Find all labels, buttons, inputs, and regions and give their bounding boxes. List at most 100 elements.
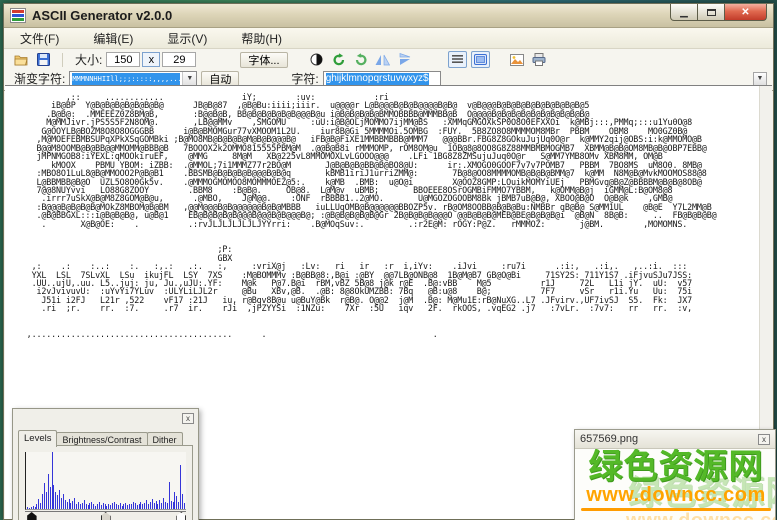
menu-bar: 文件(F) 编辑(E) 显示(V) 帮助(H) — [4, 28, 773, 49]
preview-title-bar[interactable]: 657569.png x — [575, 430, 775, 449]
close-icon: ✕ — [741, 7, 749, 18]
text-lines-icon — [452, 54, 463, 65]
histogram-bar — [184, 503, 185, 509]
preview-window: 657569.png x 绿色资源网 www.downcc.com 绿色资源网 … — [574, 429, 776, 520]
histogram-bar — [133, 502, 134, 509]
chevron-down-icon[interactable]: ▼ — [182, 72, 196, 86]
picture-button[interactable] — [509, 52, 525, 67]
chars-value[interactable]: ghijklmnopqrstuvwxyz$ — [326, 73, 429, 85]
histogram-bar — [67, 502, 68, 509]
preview-title: 657569.png — [580, 433, 638, 445]
height-input[interactable] — [162, 52, 196, 67]
histogram-bar — [72, 501, 73, 509]
histogram-bar — [163, 498, 164, 509]
histogram-bar — [103, 503, 104, 509]
preview-close-button[interactable]: x — [758, 434, 770, 445]
histogram-bar — [78, 502, 79, 509]
histogram-bar — [84, 500, 85, 509]
histogram-bar — [157, 504, 158, 509]
levels-close-button[interactable]: x — [182, 413, 194, 424]
histogram-bar — [178, 502, 179, 509]
watermark-url-text: www.downcc.com — [579, 485, 773, 505]
flip-vertical-button[interactable] — [397, 52, 413, 67]
menu-edit[interactable]: 编辑(E) — [89, 28, 137, 49]
slider-handle-white[interactable] — [176, 512, 186, 520]
maximize-button[interactable] — [698, 4, 725, 21]
flip-horizontal-icon — [375, 54, 390, 66]
app-window: ASCII Generator v2.0.0 ▁ ✕ 文件(F) 编辑(E) 显… — [3, 3, 774, 520]
save-button[interactable] — [35, 52, 51, 67]
histogram-bar — [180, 465, 181, 509]
watermark-cn-text: 绿色资源网 — [579, 449, 773, 485]
size-times-label: x — [142, 52, 160, 67]
histogram-bar — [169, 482, 170, 509]
open-file-button[interactable] — [13, 52, 29, 67]
flip-vertical-icon — [398, 53, 411, 66]
picture-icon — [510, 54, 524, 66]
title-bar[interactable]: ASCII Generator v2.0.0 ▁ ✕ — [4, 4, 773, 28]
rotate-right-icon — [354, 53, 368, 66]
ascii-art-text: ,:: ............ iY; :uv: :ri iB@BP Y@B@… — [12, 93, 716, 338]
histogram-bar — [53, 485, 54, 509]
image-view-toggle[interactable] — [471, 51, 490, 68]
tab-levels[interactable]: Levels — [18, 430, 57, 447]
slider-handle-black[interactable] — [27, 512, 37, 520]
histogram-bar — [142, 504, 143, 509]
histogram-bar — [27, 507, 28, 509]
menu-help[interactable]: 帮助(H) — [237, 28, 286, 49]
histogram-bar — [29, 508, 30, 509]
levels-slider — [25, 511, 186, 520]
histogram-bar — [137, 505, 138, 509]
font-button[interactable]: 字体... — [240, 52, 287, 68]
menu-view[interactable]: 显示(V) — [163, 28, 211, 49]
histogram-bar — [65, 500, 66, 509]
histogram-bar — [106, 506, 107, 509]
invert-button[interactable] — [309, 52, 325, 67]
width-input[interactable] — [106, 52, 140, 67]
histogram-bar — [118, 505, 119, 509]
text-view-toggle[interactable] — [448, 51, 467, 68]
histogram-bar — [82, 503, 83, 509]
window-title: ASCII Generator v2.0.0 — [32, 8, 172, 23]
histogram-bar — [95, 506, 96, 509]
histogram-bar — [112, 503, 113, 509]
histogram-bar — [55, 492, 56, 509]
chevron-down-icon[interactable]: ▼ — [753, 72, 767, 86]
histogram-bar — [52, 452, 53, 509]
histogram-bar — [31, 507, 32, 509]
print-button[interactable] — [531, 52, 547, 67]
histogram-bars — [27, 452, 185, 509]
menu-file[interactable]: 文件(F) — [16, 28, 63, 49]
monitor-icon — [474, 54, 487, 65]
histogram-bar — [120, 503, 121, 509]
maximize-icon — [707, 9, 716, 16]
histogram-bar — [156, 501, 157, 509]
levels-panel-body — [18, 445, 193, 520]
histogram-bar — [171, 501, 172, 509]
histogram-bar — [86, 504, 87, 509]
histogram-bar — [182, 494, 183, 509]
rotate-right-button[interactable] — [353, 52, 369, 67]
histogram-bar — [63, 494, 64, 509]
histogram-bar — [165, 502, 166, 509]
histogram-bar — [70, 503, 71, 509]
slider-track — [25, 511, 186, 512]
rotate-left-button[interactable] — [331, 52, 347, 67]
histogram-bar — [173, 502, 174, 509]
histogram-bar — [144, 503, 145, 509]
toolbar-separator — [62, 53, 63, 67]
minimize-button[interactable]: ▁ — [670, 4, 698, 21]
histogram-bar — [105, 504, 106, 509]
histogram-bar — [152, 499, 153, 509]
histogram-bar — [123, 504, 124, 509]
flip-horizontal-button[interactable] — [375, 52, 391, 67]
histogram-bar — [80, 504, 81, 509]
close-button[interactable]: ✕ — [725, 4, 767, 21]
histogram-bar — [150, 502, 151, 509]
histogram-bar — [108, 504, 109, 509]
gradient-chars-value[interactable]: MMMNNHHIIll;;;:::::,,,,......... — [72, 73, 180, 85]
open-folder-icon — [14, 54, 29, 66]
histogram-bar — [59, 490, 60, 509]
slider-handle-midtone[interactable] — [101, 512, 111, 520]
histogram-bar — [99, 502, 100, 509]
